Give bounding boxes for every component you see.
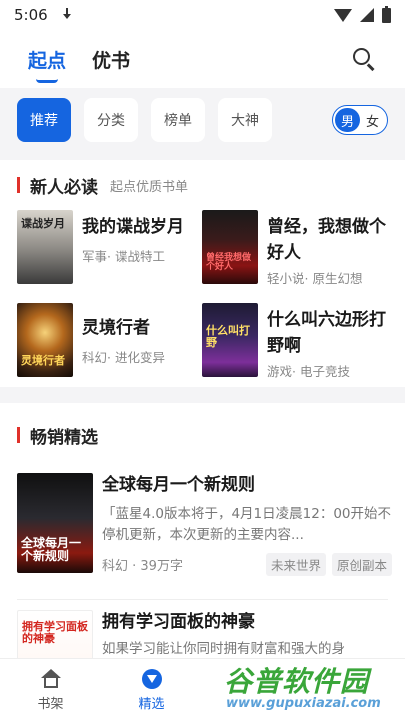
book-meta: 游戏· 电子竞技 [267,364,350,379]
wifi-icon [334,8,352,22]
nav-bookshelf[interactable]: 书架 [0,659,101,720]
top-nav: 起点 优书 [0,30,405,88]
search-icon-handle [367,63,375,71]
book-card[interactable]: 谍战岁月 我的谍战岁月 军事· 谍战特工 [17,210,202,284]
book-meta: 轻小说· 原生幻想 [267,271,363,286]
nav-featured[interactable]: 精选 [101,659,202,720]
bestseller-section: 畅销精选 全球每月一个新规则 全球每月一个新规则 「蓝星4.0版本将于，4月1日… [0,403,405,658]
book-tag[interactable]: 未来世界 [265,553,326,576]
book-title: 曾经，我想做个好人 [267,217,386,263]
book-tag[interactable]: 原创副本 [331,553,392,576]
nav-bookshelf-label: 书架 [37,697,64,712]
tab-youshu[interactable]: 优书 [92,46,130,73]
book-card[interactable]: 什么叫打野 什么叫六边形打野啊 游戏· 电子竞技 [202,303,397,380]
book-description: 「蓝星4.0版本将于，4月1日凌晨12：00开始不停机更新，本次更新的主要内容.… [102,506,392,543]
status-bar: 5:06 [0,0,405,30]
section-bar [17,427,20,443]
filter-row: 推荐 分类 榜单 大神 男 女 [0,88,405,152]
chip-category[interactable]: 分类 [84,98,138,142]
search-button[interactable] [351,46,377,72]
status-time: 5:06 [14,6,48,24]
book-card[interactable]: 曾经我想做个好人 曾经，我想做个好人 轻小说· 原生幻想 [202,210,397,287]
tab-qidian[interactable]: 起点 [28,46,67,83]
watermark-logo: 谷普软件园 [224,665,370,698]
watermark: 谷普软件园 www.gupuxiazai.com [220,660,405,720]
cover-text: 曾经我想做个好人 [206,253,252,273]
book-meta: 科幻 · 39万字 [102,559,183,574]
book-cover: 灵境行者 [17,303,73,377]
gender-toggle[interactable]: 男 女 [332,105,388,135]
download-icon [62,8,72,22]
nav-featured-label: 精选 [138,697,165,712]
bookshelf-icon [40,669,61,689]
watermark-url: www.gupuxiazai.com [226,696,381,711]
chip-ranking[interactable]: 榜单 [151,98,205,142]
search-icon [353,48,370,65]
book-cover: 全球每月一个新规则 [17,473,93,573]
book-title: 什么叫六边形打野啊 [267,310,386,356]
book-title: 我的谍战岁月 [82,217,184,237]
section-header: 畅销精选 [0,424,405,448]
cover-text: 灵境行者 [21,354,65,367]
active-tab-indicator [36,79,58,83]
book-description: 如果学习能让你同时拥有财富和强大的身 [102,641,345,657]
bookshelf-icon-wall [43,678,58,688]
cover-text: 谍战岁月 [21,217,65,230]
section-title: 畅销精选 [30,427,98,448]
cover-text: 全球每月一个新规则 [21,536,82,563]
tab-qidian-label: 起点 [28,49,67,72]
book-cover: 什么叫打野 [202,303,258,377]
chip-master[interactable]: 大神 [218,98,272,142]
section-header: 新人必读 起点优质书单 [0,174,405,198]
book-meta: 军事· 谍战特工 [82,249,165,264]
bookshelf-icon-roof [40,669,61,678]
book-card[interactable]: 灵境行者 灵境行者 科幻· 进化变异 [17,303,202,377]
book-title: 全球每月一个新规则 [102,475,255,495]
gender-female[interactable]: 女 [360,108,385,132]
cover-text: 拥有学习面板的神豪 [22,620,88,645]
signal-icon [360,8,374,22]
book-meta: 科幻· 进化变异 [82,350,165,365]
book-title: 灵境行者 [82,318,150,338]
gender-male[interactable]: 男 [335,108,360,132]
section-subtitle: 起点优质书单 [110,179,189,195]
book-title: 拥有学习面板的神豪 [102,612,255,632]
new-reader-section: 新人必读 起点优质书单 谍战岁月 我的谍战岁月 军事· 谍战特工 曾经我想做个好… [0,160,405,387]
battery-icon [382,5,391,23]
book-list-item[interactable]: 拥有学习面板的神豪 拥有学习面板的神豪 如果学习能让你同时拥有财富和强大的身 [17,610,392,658]
book-cover: 拥有学习面板的神豪 [17,610,93,658]
book-cover: 曾经我想做个好人 [202,210,258,284]
chip-recommend[interactable]: 推荐 [17,98,71,142]
section-title: 新人必读 [30,177,98,198]
cover-text: 什么叫打野 [206,324,250,349]
tab-youshu-label: 优书 [92,49,131,72]
divider [17,599,388,600]
status-icons [334,5,391,23]
book-cover: 谍战岁月 [17,210,73,284]
book-list-item[interactable]: 全球每月一个新规则 全球每月一个新规则 「蓝星4.0版本将于，4月1日凌晨12：… [17,473,392,576]
featured-icon [141,669,162,689]
section-bar [17,177,20,193]
